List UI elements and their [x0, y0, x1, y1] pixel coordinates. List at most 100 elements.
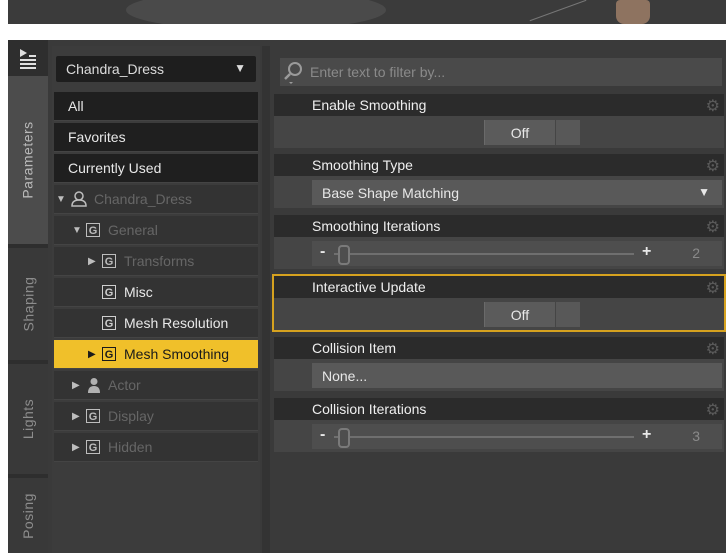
tree-item-label: Misc: [124, 284, 153, 300]
toggle-on-segment[interactable]: [556, 120, 580, 145]
dropdown-value: Base Shape Matching: [322, 184, 459, 201]
tree-item-actor[interactable]: ▶ Actor: [54, 371, 258, 400]
tree-item-label: Hidden: [108, 439, 153, 455]
decrement-button[interactable]: -: [320, 426, 325, 444]
interactive-update-toggle[interactable]: Off: [484, 302, 555, 327]
tree-item-all[interactable]: All: [54, 92, 258, 121]
tab-parameters-label: Parameters: [20, 121, 37, 199]
tree-item-mesh-resolution[interactable]: G Mesh Resolution: [54, 309, 258, 338]
gear-icon[interactable]: ⚙: [706, 217, 720, 237]
tree-item-label: General: [108, 222, 158, 238]
smoothing-type-dropdown[interactable]: Base Shape Matching ▼: [312, 180, 722, 205]
increment-button[interactable]: +: [642, 243, 651, 261]
tab-posing-label: Posing: [20, 492, 36, 539]
slider-track[interactable]: [334, 253, 634, 255]
slider-handle[interactable]: [338, 245, 350, 265]
viewport-line: [529, 0, 587, 22]
viewport-figure: [126, 0, 386, 24]
slider-handle[interactable]: [338, 428, 350, 448]
group-icon: G: [86, 409, 100, 423]
group-icon: G: [102, 316, 116, 330]
collapsed-triangle-icon[interactable]: ▶: [72, 442, 82, 453]
group-icon: G: [102, 254, 116, 268]
property-list: Enable Smoothing ⚙ Off Smoothing Type ⚙ …: [270, 46, 726, 553]
decrement-button[interactable]: -: [320, 243, 325, 261]
tree-item-general[interactable]: ▼ G General: [54, 216, 258, 245]
property-enable-smoothing: Enable Smoothing ⚙ Off: [274, 94, 724, 148]
tree-item-label: Mesh Resolution: [124, 315, 229, 331]
figure-selector[interactable]: Chandra_Dress ▼: [56, 56, 256, 82]
chevron-down-icon: ▼: [234, 61, 246, 75]
gear-icon[interactable]: ⚙: [706, 96, 720, 116]
tree-item-root[interactable]: ▼ Chandra_Dress: [54, 185, 258, 214]
tree-item-label: Display: [108, 408, 154, 424]
group-icon: G: [86, 223, 100, 237]
tab-lights-label: Lights: [20, 398, 37, 440]
tree-item-favorites[interactable]: Favorites: [54, 123, 258, 152]
tree-item-label: Chandra_Dress: [94, 191, 193, 207]
picker-value: None...: [322, 367, 368, 384]
collapsed-triangle-icon[interactable]: ▶: [72, 380, 82, 391]
slider-track[interactable]: [334, 436, 634, 438]
property-collision-item: Collision Item ⚙ None...: [274, 337, 724, 391]
filter-bar: [280, 58, 722, 86]
tree-item-currently-used[interactable]: Currently Used: [54, 154, 258, 183]
collision-iterations-slider[interactable]: - + 3: [312, 424, 722, 449]
collapsed-triangle-icon[interactable]: ▶: [88, 256, 98, 267]
tree-item-label: Transforms: [124, 253, 195, 269]
property-label: Interactive Update: [312, 279, 426, 295]
tab-shaping-label: Shaping: [20, 276, 37, 332]
property-smoothing-type: Smoothing Type ⚙ Base Shape Matching ▼: [274, 154, 724, 208]
expanded-triangle-icon[interactable]: ▼: [72, 225, 82, 236]
viewport-hand: [616, 0, 650, 24]
side-tabs: Parameters Shaping Lights Posing: [8, 40, 48, 553]
slider-value[interactable]: 2: [692, 245, 700, 261]
collapsed-triangle-icon[interactable]: ▶: [88, 349, 98, 360]
toggle-on-segment[interactable]: [556, 302, 580, 327]
figure-node-icon: [71, 191, 87, 207]
smoothing-iterations-slider[interactable]: - + 2: [312, 241, 722, 266]
group-icon: G: [102, 285, 116, 299]
property-label: Smoothing Type: [312, 157, 413, 173]
tree-item-mesh-smoothing[interactable]: ▶ G Mesh Smoothing: [54, 340, 258, 369]
tree-item-label: Currently Used: [68, 160, 162, 176]
property-label: Collision Iterations: [312, 401, 427, 417]
chevron-down-icon: ▼: [698, 185, 710, 199]
tree-item-hidden[interactable]: ▶ G Hidden: [54, 433, 258, 462]
figure-selector-value: Chandra_Dress: [66, 61, 165, 77]
pane-splitter[interactable]: [262, 46, 270, 553]
tree-item-label: Favorites: [68, 129, 126, 145]
search-icon[interactable]: [280, 58, 308, 86]
filter-input[interactable]: [308, 63, 712, 81]
collapsed-triangle-icon[interactable]: ▶: [72, 411, 82, 422]
tab-shaping[interactable]: Shaping: [8, 248, 48, 360]
tab-parameters[interactable]: Parameters: [8, 76, 48, 244]
property-interactive-update: Interactive Update ⚙ Off: [272, 274, 726, 332]
gear-icon[interactable]: ⚙: [706, 339, 720, 359]
tab-lights[interactable]: Lights: [8, 364, 48, 474]
group-icon: G: [86, 440, 100, 454]
property-group-tree: Chandra_Dress ▼ All Favorites Currently …: [52, 46, 260, 553]
gear-icon[interactable]: ⚙: [706, 156, 720, 176]
property-collision-iterations: Collision Iterations ⚙ - + 3: [274, 398, 724, 452]
increment-button[interactable]: +: [642, 426, 651, 444]
tab-posing[interactable]: Posing: [8, 478, 48, 553]
property-label: Collision Item: [312, 340, 397, 356]
enable-smoothing-toggle[interactable]: Off: [484, 120, 555, 145]
tree-item-misc[interactable]: G Misc: [54, 278, 258, 307]
expanded-triangle-icon[interactable]: ▼: [56, 194, 66, 205]
panel-menu-icon[interactable]: [18, 48, 38, 70]
gear-icon[interactable]: ⚙: [706, 400, 720, 420]
slider-value[interactable]: 3: [692, 428, 700, 444]
property-label: Enable Smoothing: [312, 97, 427, 113]
tree-item-transforms[interactable]: ▶ G Transforms: [54, 247, 258, 276]
tree-item-label: Actor: [108, 377, 141, 393]
property-label: Smoothing Iterations: [312, 218, 441, 234]
collision-item-picker[interactable]: None...: [312, 363, 722, 388]
gear-icon[interactable]: ⚙: [706, 278, 720, 298]
viewport-preview: [8, 0, 726, 24]
tree-item-label: All: [68, 98, 84, 114]
actor-icon: [88, 378, 100, 393]
group-icon: G: [102, 347, 116, 361]
tree-item-display[interactable]: ▶ G Display: [54, 402, 258, 431]
